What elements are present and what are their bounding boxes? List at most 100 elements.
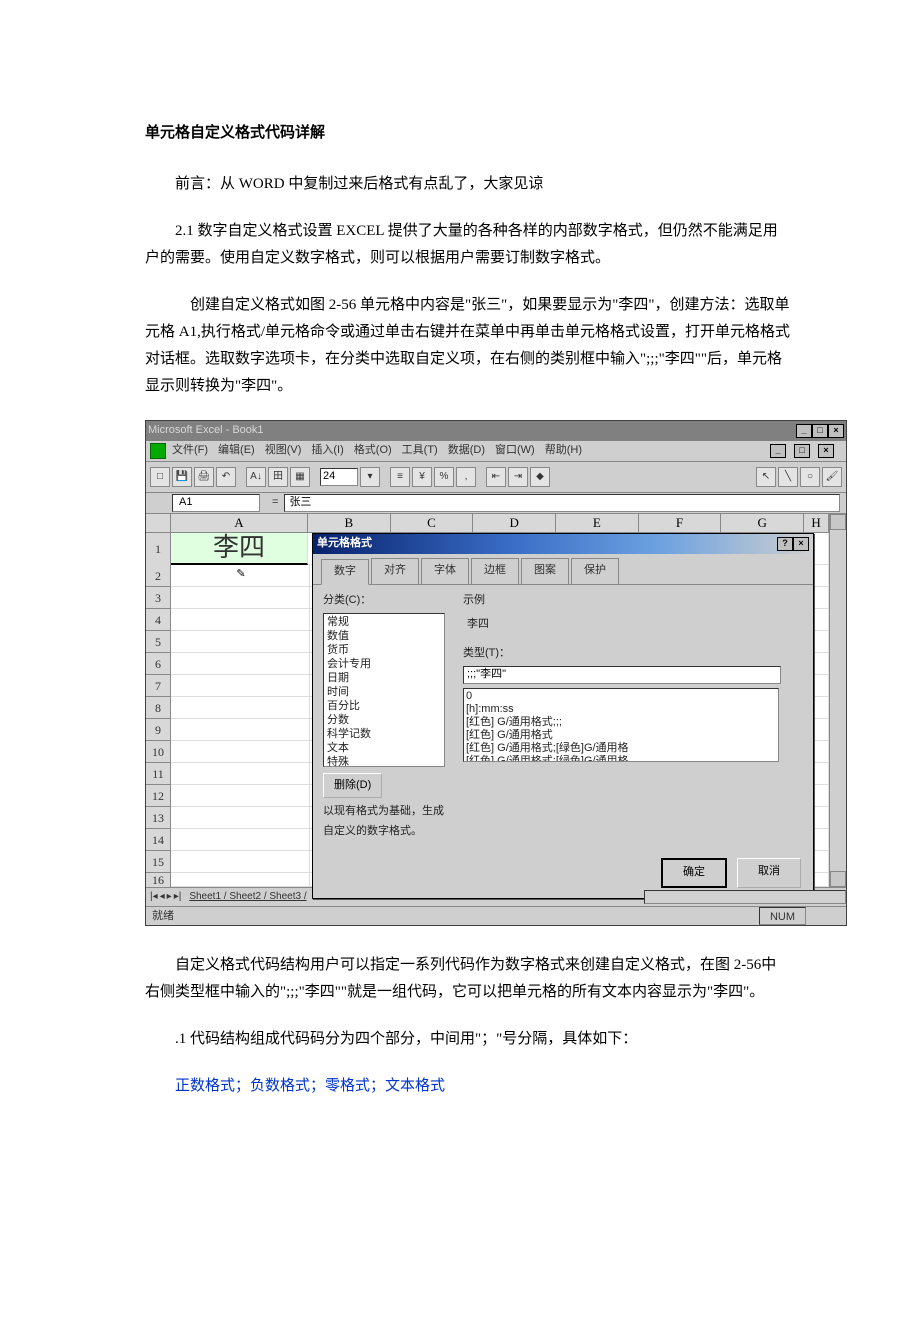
cat-item[interactable]: 科学记数 (324, 727, 444, 741)
row-16[interactable]: 16 (146, 873, 171, 888)
dropdown-icon[interactable]: ▾ (360, 467, 380, 487)
select-all-corner[interactable] (146, 514, 171, 532)
new-icon[interactable]: □ (150, 467, 170, 487)
col-B[interactable]: B (308, 514, 391, 532)
row-7[interactable]: 7 (146, 675, 171, 697)
paint-icon[interactable]: 🖌 (822, 467, 842, 487)
name-box[interactable]: A1 (172, 494, 260, 512)
cat-item[interactable]: 特殊 (324, 755, 444, 767)
nav-first-icon[interactable]: |◂ (150, 888, 158, 906)
nav-next-icon[interactable]: ▸ (167, 888, 172, 906)
sheet-tab-list[interactable]: Sheet1 / Sheet2 / Sheet3 / (189, 888, 306, 906)
percent-icon[interactable]: % (434, 467, 454, 487)
cell-a1[interactable]: 李四 (171, 533, 308, 565)
col-G[interactable]: G (721, 514, 804, 532)
nav-last-icon[interactable]: ▸| (174, 888, 182, 906)
print-icon[interactable]: 🖨 (194, 467, 214, 487)
menu-view[interactable]: 视图(V) (265, 441, 302, 461)
cat-item[interactable]: 常规 (324, 615, 444, 629)
menu-window[interactable]: 窗口(W) (495, 441, 535, 461)
currency-icon[interactable]: ¥ (412, 467, 432, 487)
dialog-close-icon[interactable]: × (793, 537, 809, 551)
cat-item[interactable]: 货币 (324, 643, 444, 657)
code-item[interactable]: [红色] G/通用格式;[绿色]G/通用格 (466, 742, 776, 755)
comma-icon[interactable]: , (456, 467, 476, 487)
fill-color-icon[interactable]: ◆ (530, 467, 550, 487)
menu-edit[interactable]: 编辑(E) (218, 441, 255, 461)
cat-item[interactable]: 百分比 (324, 699, 444, 713)
align-icon[interactable]: ≡ (390, 467, 410, 487)
cell[interactable] (171, 587, 310, 609)
doc-maximize-icon[interactable]: □ (794, 444, 810, 458)
code-item[interactable]: [红色] G/通用格式 (466, 729, 776, 742)
menu-file[interactable]: 文件(F) (172, 441, 208, 461)
cat-item[interactable]: 文本 (324, 741, 444, 755)
row-2[interactable]: 2 (146, 565, 171, 587)
row-15[interactable]: 15 (146, 851, 171, 873)
cat-item[interactable]: 日期 (324, 671, 444, 685)
cat-item[interactable]: 会计专用 (324, 657, 444, 671)
sort-icon[interactable]: A↓ (246, 467, 266, 487)
chart-icon[interactable]: ▦ (290, 467, 310, 487)
doc-close-icon[interactable]: × (818, 444, 834, 458)
app-maximize-icon[interactable]: □ (812, 424, 828, 438)
code-item[interactable]: [h]:mm:ss (466, 703, 776, 716)
cancel-button[interactable]: 取消 (737, 858, 801, 888)
row-10[interactable]: 10 (146, 741, 171, 763)
delete-button[interactable]: 删除(D) (323, 773, 382, 799)
dialog-help-icon[interactable]: ? (777, 537, 793, 551)
row-12[interactable]: 12 (146, 785, 171, 807)
oval-icon[interactable]: ○ (800, 467, 820, 487)
code-item[interactable]: [红色] G/通用格式;;; (466, 716, 776, 729)
row-14[interactable]: 14 (146, 829, 171, 851)
category-list[interactable]: 常规 数值 货币 会计专用 日期 时间 百分比 分数 科学记数 文本 (323, 613, 445, 767)
col-H[interactable]: H (804, 514, 829, 532)
tab-protect[interactable]: 保护 (571, 558, 619, 584)
indent-inc-icon[interactable]: ⇥ (508, 467, 528, 487)
undo-icon[interactable]: ↶ (216, 467, 236, 487)
row-13[interactable]: 13 (146, 807, 171, 829)
doc-minimize-icon[interactable]: _ (770, 444, 786, 458)
row-3[interactable]: 3 (146, 587, 171, 609)
tab-font[interactable]: 字体 (421, 558, 469, 584)
tab-number[interactable]: 数字 (321, 559, 369, 585)
type-input[interactable]: ;;;"李四" (463, 666, 781, 684)
menu-insert[interactable]: 插入(I) (311, 441, 343, 461)
menu-data[interactable]: 数据(D) (448, 441, 485, 461)
menu-help[interactable]: 帮助(H) (545, 441, 582, 461)
col-A[interactable]: A (171, 514, 308, 532)
ok-button[interactable]: 确定 (661, 858, 727, 888)
code-item[interactable]: 0 (466, 690, 776, 703)
col-D[interactable]: D (473, 514, 556, 532)
tab-pattern[interactable]: 图案 (521, 558, 569, 584)
col-C[interactable]: C (391, 514, 474, 532)
nav-prev-icon[interactable]: ◂ (160, 888, 165, 906)
menu-tools[interactable]: 工具(T) (402, 441, 438, 461)
indent-dec-icon[interactable]: ⇤ (486, 467, 506, 487)
border-icon[interactable]: 田 (268, 467, 288, 487)
col-E[interactable]: E (556, 514, 639, 532)
fontsize-box[interactable]: 24 (320, 468, 358, 486)
row-11[interactable]: 11 (146, 763, 171, 785)
row-8[interactable]: 8 (146, 697, 171, 719)
line-icon[interactable]: ╲ (778, 467, 798, 487)
cell-a2[interactable]: ✎ (171, 565, 310, 587)
arrow-icon[interactable]: ↖ (756, 467, 776, 487)
vertical-scrollbar[interactable] (829, 514, 846, 887)
cat-item[interactable]: 数值 (324, 629, 444, 643)
col-F[interactable]: F (639, 514, 722, 532)
row-1[interactable]: 1 (146, 533, 171, 566)
app-close-icon[interactable]: × (828, 424, 844, 438)
app-minimize-icon[interactable]: _ (796, 424, 812, 438)
row-6[interactable]: 6 (146, 653, 171, 675)
tab-align[interactable]: 对齐 (371, 558, 419, 584)
tab-border[interactable]: 边框 (471, 558, 519, 584)
code-item[interactable]: [红色] G/通用格式;[绿色]G/通用格 (466, 755, 776, 762)
row-9[interactable]: 9 (146, 719, 171, 741)
row-5[interactable]: 5 (146, 631, 171, 653)
format-code-list[interactable]: 0 [h]:mm:ss [红色] G/通用格式;;; [红色] G/通用格式 [… (463, 688, 779, 762)
save-icon[interactable]: 💾 (172, 467, 192, 487)
formula-input[interactable]: 张三 (284, 494, 840, 512)
menu-format[interactable]: 格式(O) (354, 441, 392, 461)
horizontal-scrollbar[interactable] (644, 890, 846, 904)
